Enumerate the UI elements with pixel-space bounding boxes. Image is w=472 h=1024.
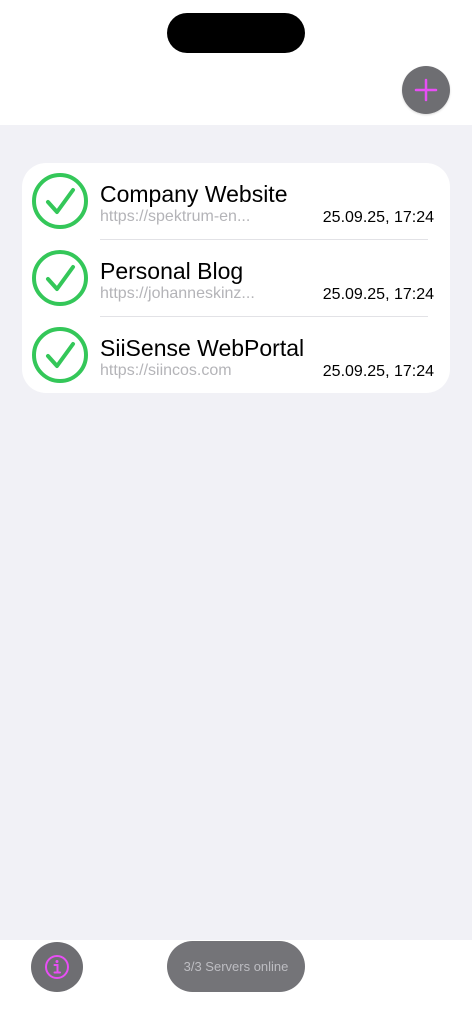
server-list: Company Website https://spektrum-en... 2…	[22, 163, 450, 393]
server-name: Company Website	[100, 181, 288, 207]
server-timestamp: 25.09.25, 17:24	[322, 286, 434, 303]
info-button[interactable]	[31, 942, 83, 992]
add-server-button[interactable]	[402, 66, 450, 114]
checkmark-circle-icon	[32, 327, 88, 383]
server-status-summary[interactable]: 3/3 Servers online	[167, 941, 305, 992]
server-row-personal-blog[interactable]: Personal Blog https://johanneskinz... 25…	[22, 240, 450, 317]
status-summary-text: 3/3 Servers online	[183, 959, 289, 974]
checkmark-circle-icon	[32, 173, 88, 229]
server-url: https://johanneskinz...	[100, 285, 255, 302]
checkmark-circle-icon	[32, 250, 88, 306]
server-row-siisense-webportal[interactable]: SiiSense WebPortal https://siincos.com 2…	[22, 317, 450, 393]
plus-icon	[414, 78, 438, 102]
server-name: Personal Blog	[100, 258, 244, 284]
dynamic-island	[167, 13, 305, 53]
server-row-company-website[interactable]: Company Website https://spektrum-en... 2…	[22, 163, 450, 240]
server-url: https://spektrum-en...	[100, 208, 251, 225]
server-url: https://siincos.com	[100, 362, 232, 379]
server-timestamp: 25.09.25, 17:24	[322, 209, 434, 226]
server-timestamp: 25.09.25, 17:24	[322, 363, 434, 380]
server-name: SiiSense WebPortal	[100, 335, 305, 361]
info-icon	[45, 955, 69, 979]
